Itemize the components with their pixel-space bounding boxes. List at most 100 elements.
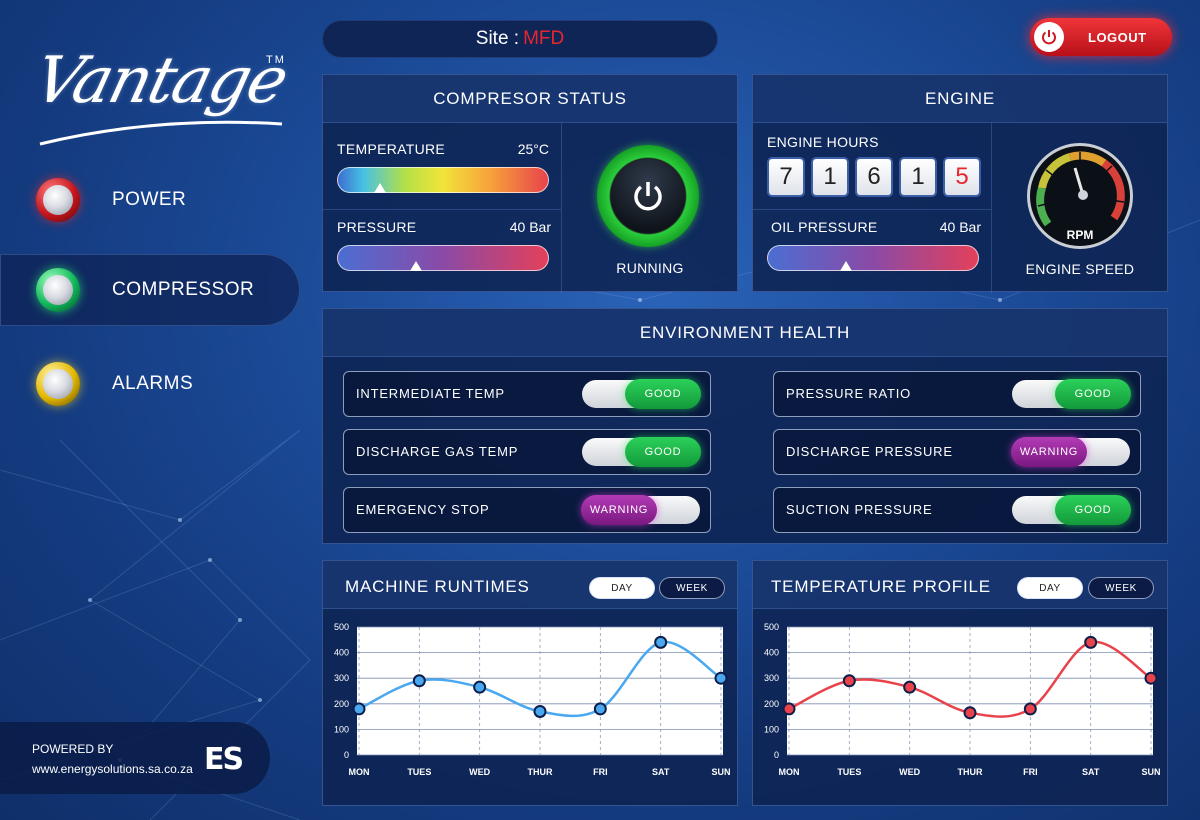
data-point[interactable]: [593, 702, 607, 716]
y-tick-label: 0: [774, 750, 779, 760]
data-point[interactable]: [473, 680, 487, 694]
status-toggle[interactable]: WARNING: [1011, 437, 1130, 467]
environment-health-panel: ENVIRONMENT HEALTH INTERMEDIATE TEMP GOOD…: [322, 308, 1168, 544]
data-point[interactable]: [963, 706, 977, 720]
power-icon: [1034, 22, 1064, 52]
x-tick-label: SUN: [1141, 767, 1160, 777]
week-toggle-button[interactable]: WEEK: [1088, 577, 1154, 599]
site-selector[interactable]: Site : MFD: [322, 20, 718, 58]
oil-pressure-bar: [767, 245, 979, 271]
health-row-suction-pressure: SUCTION PRESSURE GOOD: [773, 487, 1141, 533]
engine-hours-digit: 6: [857, 159, 891, 195]
power-knob-icon: [36, 178, 80, 222]
powered-by: POWERED BY www.energysolutions.sa.co.za …: [0, 722, 270, 794]
health-row-discharge-gas-temp: DISCHARGE GAS TEMP GOOD: [343, 429, 711, 475]
y-tick-label: 300: [334, 673, 349, 683]
data-point[interactable]: [782, 702, 796, 716]
chart-title: TEMPERATURE PROFILE: [771, 577, 991, 596]
data-point[interactable]: [533, 704, 547, 718]
data-point[interactable]: [1084, 635, 1098, 649]
x-tick-label: TUES: [837, 767, 861, 777]
engine-hours-label: ENGINE HOURS: [767, 134, 879, 150]
status-toggle[interactable]: WARNING: [581, 495, 700, 525]
day-toggle-button[interactable]: DAY: [1017, 577, 1083, 599]
machine-runtimes-chart: 0 100 200 300 400 500 MON TUES WED THUR FRI SAT SUN: [334, 622, 731, 777]
engine-speed-label: ENGINE SPEED: [1025, 261, 1135, 277]
status-badge: WARNING: [581, 495, 657, 525]
alarms-knob-icon: [36, 362, 80, 406]
health-row-label: INTERMEDIATE TEMP: [356, 386, 505, 401]
y-tick-label: 200: [334, 699, 349, 709]
status-badge: GOOD: [625, 437, 701, 467]
x-tick-label: SUN: [711, 767, 730, 777]
oil-pressure-label: OIL PRESSURE: [771, 219, 878, 235]
engine-hours-digit: 1: [901, 159, 935, 195]
pressure-value: 40 Bar: [509, 219, 551, 235]
data-point[interactable]: [1144, 671, 1158, 685]
nav-item-compressor[interactable]: COMPRESSOR: [0, 254, 300, 326]
data-point[interactable]: [412, 674, 426, 688]
status-badge: GOOD: [625, 379, 701, 409]
status-toggle[interactable]: GOOD: [582, 379, 701, 409]
pressure-label: PRESSURE: [337, 219, 417, 235]
health-row-discharge-pressure: DISCHARGE PRESSURE WARNING: [773, 429, 1141, 475]
temperature-profile-chart: 0 100 200 300 400 500 MON TUES WED THUR FRI SAT SUN: [764, 622, 1161, 777]
y-tick-label: 200: [764, 699, 779, 709]
engine-hours-digit: 5: [945, 159, 979, 195]
day-toggle-button[interactable]: DAY: [589, 577, 655, 599]
x-tick-label: THUR: [958, 767, 983, 777]
x-tick-label: THUR: [528, 767, 553, 777]
health-row-intermediate-temp: INTERMEDIATE TEMP GOOD: [343, 371, 711, 417]
temperature-profile-panel: TEMPERATURE PROFILE DAY WEEK 0 100 200 300 4…: [752, 560, 1168, 806]
y-tick-label: 400: [334, 648, 349, 658]
nav-label: POWER: [112, 189, 187, 210]
status-toggle[interactable]: GOOD: [1012, 379, 1131, 409]
x-tick-label: WED: [469, 767, 490, 777]
week-toggle-button[interactable]: WEEK: [659, 577, 725, 599]
rpm-gauge: RPM: [1027, 143, 1133, 249]
data-point[interactable]: [842, 674, 856, 688]
temperature-marker: [374, 183, 386, 193]
x-tick-label: MON: [779, 767, 800, 777]
logo-swoosh: [39, 120, 283, 146]
x-tick-label: WED: [899, 767, 920, 777]
y-tick-label: 100: [764, 724, 779, 734]
pressure-marker: [409, 261, 422, 271]
power-icon: [611, 159, 685, 233]
x-tick-label: TUES: [407, 767, 431, 777]
chart-title: MACHINE RUNTIMES: [345, 577, 530, 596]
y-tick-label: 500: [764, 622, 779, 632]
status-badge: GOOD: [1055, 379, 1131, 409]
x-tick-label: MON: [349, 767, 370, 777]
status-toggle[interactable]: GOOD: [582, 437, 701, 467]
nav-item-power[interactable]: POWER: [0, 164, 300, 236]
data-point[interactable]: [903, 680, 917, 694]
nav-label: COMPRESSOR: [112, 279, 255, 300]
compressor-status-panel: COMPRESOR STATUS TEMPERATURE 25°C PRESSU…: [322, 74, 738, 293]
data-point[interactable]: [714, 671, 728, 685]
health-row-label: DISCHARGE PRESSURE: [786, 444, 953, 459]
x-tick-label: FRI: [593, 767, 608, 777]
status-toggle[interactable]: GOOD: [1012, 495, 1131, 525]
data-point[interactable]: [654, 635, 668, 649]
temperature-label: TEMPERATURE: [337, 141, 446, 157]
health-row-label: EMERGENCY STOP: [356, 502, 490, 517]
data-point[interactable]: [1023, 702, 1037, 716]
health-row-label: PRESSURE RATIO: [786, 386, 912, 401]
trademark-mark: TM: [266, 54, 286, 66]
data-point[interactable]: [352, 702, 366, 716]
x-tick-label: SAT: [652, 767, 670, 777]
logout-button[interactable]: LOGOUT: [1030, 18, 1172, 56]
compressor-knob-icon: [36, 268, 80, 312]
nav-item-alarms[interactable]: ALARMS: [0, 348, 300, 420]
oil-pressure-marker: [839, 261, 852, 271]
health-row-pressure-ratio: PRESSURE RATIO GOOD: [773, 371, 1141, 417]
nav-label: ALARMS: [112, 373, 194, 394]
temperature-value: 25°C: [517, 141, 549, 157]
health-row-emergency-stop: EMERGENCY STOP WARNING: [343, 487, 711, 533]
running-power-button[interactable]: [597, 145, 699, 247]
y-tick-label: 400: [764, 648, 779, 658]
panel-title: COMPRESOR STATUS: [323, 75, 737, 123]
y-tick-label: 500: [334, 622, 349, 632]
machine-runtimes-panel: MACHINE RUNTIMES DAY WEEK 0 100 200 300 400 5…: [322, 560, 738, 806]
